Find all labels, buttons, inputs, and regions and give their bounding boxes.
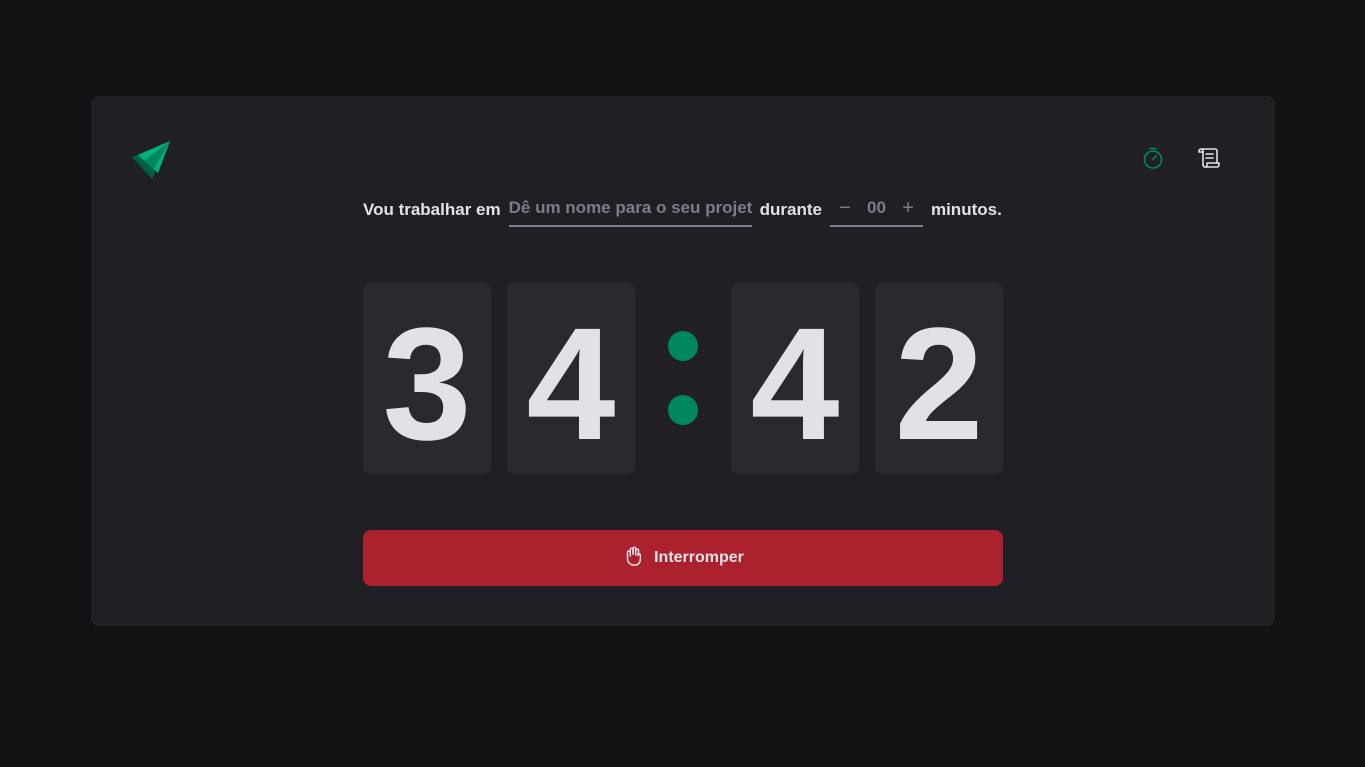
scroll-icon [1197,146,1221,175]
logo-icon [130,139,172,181]
task-label: Vou trabalhar em [363,200,501,219]
seconds-tens-digit: 4 [731,282,859,474]
timer-card: Vou trabalhar em durante − 00 + minutos.… [91,96,1275,626]
separator-dot [668,331,698,361]
countdown-display: 3 4 4 2 [363,282,1003,474]
stop-countdown-button[interactable]: Interromper [363,530,1003,586]
header-nav [1139,146,1223,174]
decrease-minutes-button[interactable]: − [839,198,851,218]
hand-palm-icon [622,545,644,572]
stop-button-label: Interromper [654,549,744,566]
minutes-label: minutos. [930,200,1002,219]
minutes-amount-input[interactable]: 00 [867,198,886,218]
minutes-stepper: − 00 + [829,193,923,227]
task-name-input[interactable] [508,193,752,227]
minutes-ones-digit: 4 [507,282,635,474]
history-nav-link[interactable] [1195,146,1223,174]
during-label: durante [759,200,822,219]
separator-dot [668,395,698,425]
timer-icon [1141,146,1165,175]
task-form: Vou trabalhar em durante − 00 + minutos. [363,192,1003,228]
timer-nav-link[interactable] [1139,146,1167,174]
colon-separator [635,282,731,474]
increase-minutes-button[interactable]: + [902,198,914,218]
seconds-ones-digit: 2 [875,282,1003,474]
minutes-tens-digit: 3 [363,282,491,474]
